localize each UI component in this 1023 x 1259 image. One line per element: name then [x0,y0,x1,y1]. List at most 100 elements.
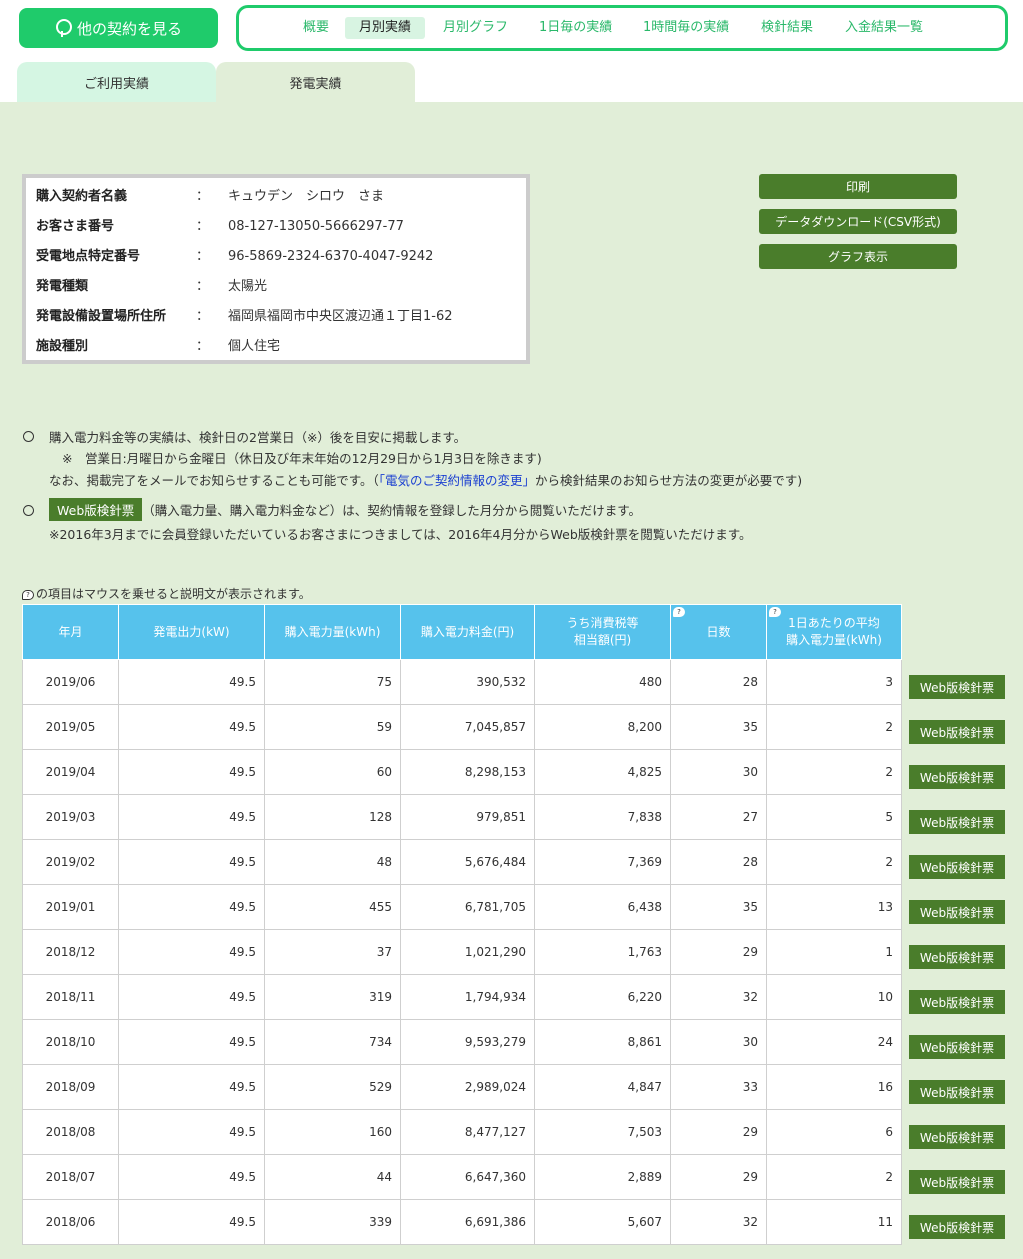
table-cell: 30 [670,749,767,795]
table-cell: 4,825 [534,749,671,795]
table-cell: 2019/02 [22,839,119,885]
table-cell: 49.5 [118,1154,265,1200]
table-cell: 2019/05 [22,704,119,750]
table-cell: 49.5 [118,659,265,705]
info-colon: ： [196,279,210,294]
table-cell: 75 [264,659,401,705]
web-meter-button[interactable]: Web版検針票 [909,900,1005,924]
table-row: 2019/02 49.5 48 5,676,484 7,369 28 2 [22,839,902,885]
table-cell: 11 [766,1199,902,1245]
table-cell: 2018/08 [22,1109,119,1155]
nav-item-hourly[interactable]: 1時間毎の実績 [643,17,729,39]
web-meter-button[interactable]: Web版検針票 [909,675,1005,699]
web-meter-button[interactable]: Web版検針票 [909,990,1005,1014]
table-cell: 48 [264,839,401,885]
table-cell: 37 [264,929,401,975]
table-cell: 30 [670,1019,767,1065]
nav-item-daily[interactable]: 1日毎の実績 [539,17,612,39]
web-meter-button[interactable]: Web版検針票 [909,765,1005,789]
info-row: 発電設備設置場所住所 ： 福岡県福岡市中央区渡辺通１丁目1-62 [36,302,516,332]
header-daily-avg[interactable]: ? 1日あたりの平均 購入電力量(kWh) [766,604,902,660]
nav-item-overview[interactable]: 概要 [303,17,329,39]
web-meter-button[interactable]: Web版検針票 [909,1170,1005,1194]
table-cell: 8,861 [534,1019,671,1065]
print-button[interactable]: 印刷 [759,174,957,199]
help-line: ? の項目はマウスを乗せると説明文が表示されます。 [22,585,311,602]
table-cell: 2018/11 [22,974,119,1020]
tab-generation[interactable]: 発電実績 [216,62,415,102]
table-cell: 28 [670,839,767,885]
help-icon: ? [769,607,781,617]
table-cell: 10 [766,974,902,1020]
nav-item-payments[interactable]: 入金結果一覧 [845,17,923,39]
note-text: （購入電力量、購入電力料金など）は、契約情報を登録した月分から閲覧いただけます。 [142,503,642,518]
table-cell: 2018/09 [22,1064,119,1110]
csv-download-button[interactable]: データダウンロード(CSV形式) [759,209,957,234]
table-cell: 16 [766,1064,902,1110]
table-row: 2019/05 49.5 59 7,045,857 8,200 35 2 [22,704,902,750]
web-meter-button[interactable]: Web版検針票 [909,1125,1005,1149]
nav-item-monthly[interactable]: 月別実績 [345,17,426,39]
table-cell: 128 [264,794,401,840]
web-meter-button[interactable]: Web版検針票 [909,810,1005,834]
main-panel: 購入契約者名義 ： キュウデン シロウ さま お客さま番号 ： 08-127-1… [0,102,1023,1259]
web-meter-button[interactable]: Web版検針票 [909,1035,1005,1059]
note-line: 購入電力料金等の実績は、検針日の2営業日（※）後を目安に掲載します。 [49,430,467,445]
web-meter-button[interactable]: Web版検針票 [909,1080,1005,1104]
table-row: 2018/12 49.5 37 1,021,290 1,763 29 1 [22,929,902,975]
table-cell: 49.5 [118,749,265,795]
table-row: 2018/07 49.5 44 6,647,360 2,889 29 2 [22,1154,902,1200]
table-cell: 13 [766,884,902,930]
table-cell: 2018/10 [22,1019,119,1065]
info-label: 購入契約者名義 [36,189,128,204]
web-meter-button[interactable]: Web版検針票 [909,855,1005,879]
table-cell: 529 [264,1064,401,1110]
info-value: 08-127-13050-5666297-77 [228,219,404,234]
table-cell: 49.5 [118,1199,265,1245]
table-cell: 7,838 [534,794,671,840]
web-meter-button[interactable]: Web版検針票 [909,1215,1005,1239]
info-label: お客さま番号 [36,219,115,234]
info-colon: ： [196,309,210,324]
table-cell: 480 [534,659,671,705]
table-cell: 24 [766,1019,902,1065]
table-cell: 5,607 [534,1199,671,1245]
table-cell: 6,438 [534,884,671,930]
contract-info-box: 購入契約者名義 ： キュウデン シロウ さま お客さま番号 ： 08-127-1… [22,174,530,364]
nav-item-monthly-graph[interactable]: 月別グラフ [443,17,508,39]
table-cell: 2,989,024 [400,1064,535,1110]
header-charge: 購入電力料金(円) [400,604,535,660]
info-colon: ： [196,339,210,354]
table-cell: 29 [670,1154,767,1200]
table-cell: 49.5 [118,839,265,885]
table-cell: 319 [264,974,401,1020]
nav-item-meter-results[interactable]: 検針結果 [761,17,813,39]
web-meter-button[interactable]: Web版検針票 [909,945,1005,969]
table-cell: 33 [670,1064,767,1110]
table-cell: 160 [264,1109,401,1155]
table-cell: 6,220 [534,974,671,1020]
top-nav: 概要 月別実績 月別グラフ 1日毎の実績 1時間毎の実績 検針結果 入金結果一覧 [236,5,1008,51]
note-line: Web版検針票 （購入電力量、購入電力料金など）は、契約情報を登録した月分から閲覧… [49,498,641,521]
table-cell: 5 [766,794,902,840]
note-line: なお、掲載完了をメールでお知らせすることも可能です。（「電気のご契約情報の変更」… [49,470,802,489]
table-cell: 32 [670,1199,767,1245]
table-cell: 1,763 [534,929,671,975]
circle-bullet-icon [23,505,34,516]
table-row: 2018/09 49.5 529 2,989,024 4,847 33 16 [22,1064,902,1110]
circle-bullet-icon [23,431,34,442]
help-icon: ? [673,607,685,617]
web-meter-button[interactable]: Web版検針票 [909,720,1005,744]
table-row: 2018/08 49.5 160 8,477,127 7,503 29 6 [22,1109,902,1155]
header-days[interactable]: ? 日数 [670,604,767,660]
table-cell: 5,676,484 [400,839,535,885]
tab-usage[interactable]: ご利用実績 [17,62,216,102]
table-cell: 2,889 [534,1154,671,1200]
graph-button[interactable]: グラフ表示 [759,244,957,269]
contract-info-change-link[interactable]: 「電気のご契約情報の変更」 [379,473,535,488]
table-row: 2019/04 49.5 60 8,298,153 4,825 30 2 [22,749,902,795]
other-contracts-button[interactable]: 他の契約を見る [19,8,218,48]
help-text: の項目はマウスを乗せると説明文が表示されます。 [36,587,311,601]
table-cell: 4,847 [534,1064,671,1110]
note-text: なお、掲載完了をメールでお知らせすることも可能です。（ [49,473,379,488]
